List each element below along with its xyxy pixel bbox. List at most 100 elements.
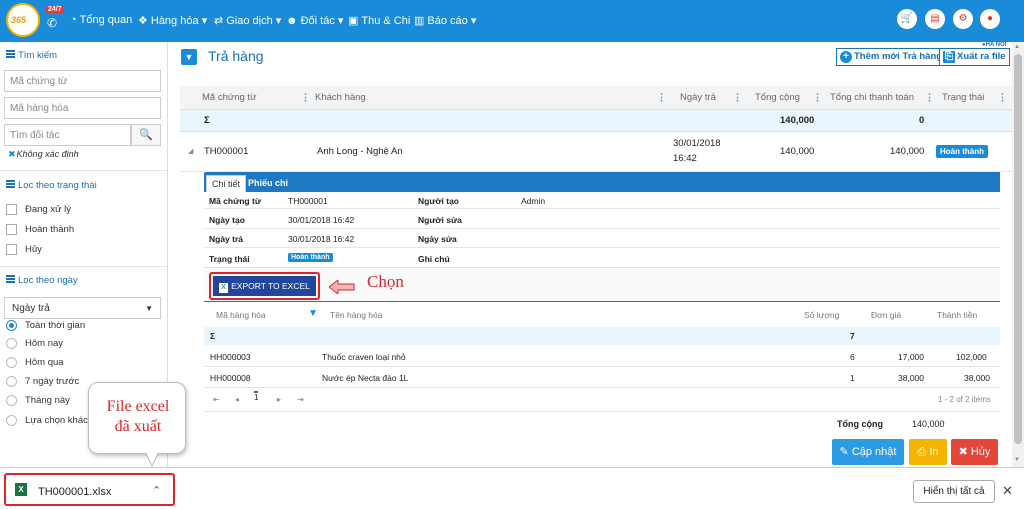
column-menu-icon[interactable]: ⋮ — [733, 92, 742, 103]
column-menu-icon[interactable]: ⋮ — [813, 92, 822, 103]
row-total: 140,000 — [780, 146, 815, 157]
status-checkbox-completed[interactable] — [6, 224, 17, 235]
chevron-down-icon: ▾ — [470, 15, 477, 27]
export-file-button[interactable]: ⎘ Xuất ra file — [939, 48, 1010, 66]
expand-icon[interactable]: ◢ — [188, 147, 193, 155]
tab-detail[interactable]: Chi tiết — [206, 175, 247, 192]
callout-line-2: đã xuất — [114, 418, 162, 435]
cancel-button[interactable]: ✖ Hủy — [951, 439, 998, 465]
table-row[interactable]: HH000003 Thuốc craven loại nhỏ 6 17,000 … — [204, 346, 1000, 367]
product-code-input[interactable] — [4, 97, 161, 119]
nav-item-thu-chi[interactable]: ▣ Thu & Chi — [348, 14, 410, 27]
nav-label: Giao dịch — [226, 15, 273, 27]
partner-note[interactable]: ✖Không xác định — [8, 149, 79, 160]
status-checkbox-processing[interactable] — [6, 204, 17, 215]
page-scrollbar[interactable]: ▲ ▼ — [1012, 42, 1024, 467]
status-checkbox-cancelled[interactable] — [6, 244, 17, 255]
column-menu-icon[interactable]: ⋮ — [301, 92, 310, 103]
gear-icon[interactable]: ⚙ — [953, 9, 973, 29]
cart-icon[interactable]: 🛒 — [897, 9, 917, 29]
tab-receipt[interactable]: Phiếu chi — [243, 175, 293, 192]
label-status: Trạng thái — [209, 254, 250, 264]
status-label: Đang xử lý — [25, 204, 71, 215]
filter-icon[interactable]: ▼ — [308, 308, 318, 319]
col-header-date[interactable]: Ngày trả — [680, 92, 716, 103]
download-item[interactable]: X TH000001.xlsx ⌃ — [4, 473, 175, 506]
scrollbar-thumb[interactable] — [1014, 54, 1022, 444]
date-radio-this-month[interactable] — [6, 395, 17, 406]
download-bar: X TH000001.xlsx ⌃ Hiển thị tất cả ✕ — [0, 467, 1024, 509]
add-return-button[interactable]: + Thêm mới Trả hàng — [836, 48, 947, 66]
nav-item-hang-hoa[interactable]: ❖ Hàng hóa ▾ — [138, 14, 207, 27]
hotline-icon[interactable]: 24/7 ✆ — [46, 6, 64, 32]
divider — [204, 208, 1000, 209]
col-header-status[interactable]: Trạng thái — [942, 92, 984, 103]
divider — [0, 266, 167, 267]
date-option-label: Hôm nay — [25, 338, 64, 349]
col-header-price[interactable]: Đơn giá — [871, 310, 901, 320]
value-created-date: 30/01/2018 16:42 — [288, 215, 355, 225]
page-title: Trả hàng — [208, 48, 264, 64]
show-all-button[interactable]: Hiển thị tất cả — [913, 480, 995, 503]
table-row[interactable]: HH000008 Nước ép Necta đào 1L 1 38,000 3… — [204, 367, 1000, 388]
edit-icon: ✎ — [839, 446, 852, 458]
search-button[interactable]: 🔍 — [131, 124, 161, 146]
logo[interactable]: 365 — [6, 3, 40, 37]
logo-text: 365 — [11, 15, 27, 25]
voucher-code-input[interactable] — [4, 70, 161, 92]
export-to-excel-inner: X EXPORT TO EXCEL — [213, 276, 316, 296]
page-number[interactable]: 1 — [254, 391, 259, 402]
col-header-customer[interactable]: Khách hàng — [315, 92, 366, 103]
date-radio-all-time[interactable] — [6, 320, 17, 331]
nav-item-giao-dich[interactable]: ⇄ Giao dịch ▾ — [214, 14, 281, 27]
user-icon[interactable]: ● — [980, 9, 1000, 29]
date-radio-today[interactable] — [6, 338, 17, 349]
column-menu-icon[interactable]: ⋮ — [925, 92, 934, 103]
add-return-label: Thêm mới Trả hàng — [854, 51, 943, 62]
row-date: 30/01/2018 — [673, 138, 721, 149]
date-radio-yesterday[interactable] — [6, 357, 17, 368]
gauge-icon: ◔ — [70, 14, 77, 26]
clipboard-icon[interactable]: ▤ — [925, 9, 945, 29]
print-button[interactable]: ⎙ In — [909, 439, 947, 465]
print-label: In — [929, 446, 939, 458]
last-page-icon[interactable]: ⇥ — [297, 395, 304, 404]
update-button[interactable]: ✎ Cập nhật — [832, 439, 904, 465]
column-menu-icon[interactable]: ⋮ — [657, 92, 666, 103]
first-page-icon[interactable]: ⇤ — [213, 395, 220, 404]
close-icon[interactable]: ✕ — [1002, 483, 1013, 499]
next-page-icon[interactable]: ▸ — [277, 395, 281, 404]
col-header-paid[interactable]: Tổng chi thanh toán — [830, 92, 914, 103]
column-menu-icon[interactable]: ⋮ — [998, 92, 1007, 103]
date-field-select[interactable]: Ngày trả ▼ — [4, 297, 161, 319]
col-header-product-code[interactable]: Mã hàng hóa — [216, 310, 266, 320]
col-header-qty[interactable]: Số lượng — [804, 310, 839, 320]
status-section-title: Lọc theo trạng thái — [6, 180, 97, 191]
prev-page-icon[interactable]: ◂ — [235, 395, 239, 404]
phone-icon: ✆ — [47, 16, 58, 30]
nav-item-tong-quan[interactable]: ◔ Tổng quan — [70, 14, 132, 26]
annotation-choose: Chọn — [367, 272, 404, 291]
scroll-up-icon[interactable]: ▲ — [1014, 44, 1020, 50]
list-icon — [6, 50, 15, 58]
col-header-amount[interactable]: Thành tiền — [937, 310, 977, 320]
partner-note-text: Không xác định — [16, 149, 79, 159]
search-icon: 🔍 — [139, 129, 153, 141]
table-row[interactable]: ◢ TH000001 Anh Long - Nghệ An 30/01/2018… — [180, 132, 1012, 172]
scroll-down-icon[interactable]: ▼ — [1014, 457, 1020, 463]
filter-icon[interactable]: ▼ — [181, 49, 197, 65]
col-header-total[interactable]: Tổng cộng — [755, 92, 800, 103]
nav-item-bao-cao[interactable]: ▥ Báo cáo ▾ — [414, 14, 476, 27]
date-radio-7-days[interactable] — [6, 376, 17, 387]
nav-item-doi-tac[interactable]: ☻ Đối tác ▾ — [286, 14, 343, 27]
col-header-product-name[interactable]: Tên hàng hóa — [330, 310, 382, 320]
date-section-title: Lọc theo ngày — [6, 275, 78, 286]
label-edit-date: Ngày sửa — [418, 234, 457, 244]
col-header-code[interactable]: Mã chứng từ — [202, 92, 256, 103]
date-radio-custom[interactable] — [6, 415, 17, 426]
search-section-title: Tìm kiếm — [6, 50, 57, 61]
export-to-excel-button[interactable]: X EXPORT TO EXCEL — [209, 272, 320, 300]
partner-search-input[interactable] — [4, 124, 131, 146]
search-title-text: Tìm kiếm — [18, 50, 58, 61]
chevron-up-icon[interactable]: ⌃ — [152, 484, 161, 497]
